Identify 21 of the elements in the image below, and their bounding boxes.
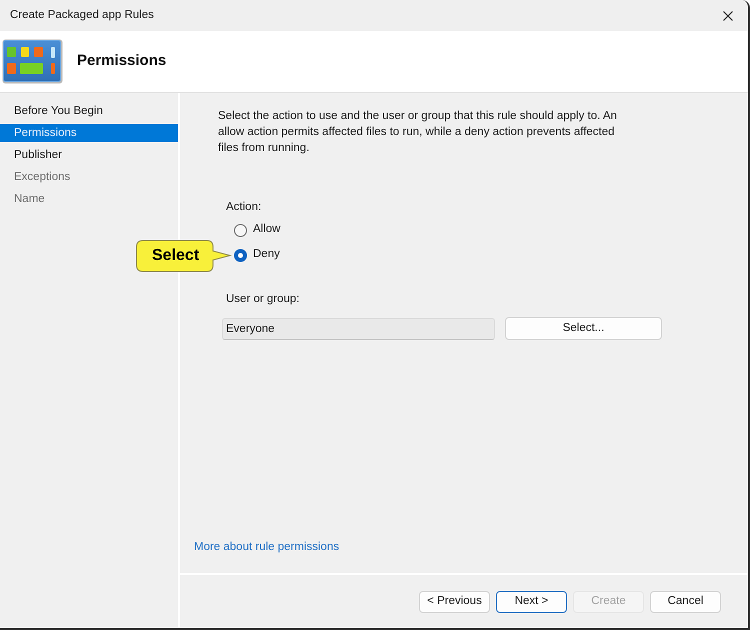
instructions-text: Select the action to use and the user or group that this rule should apply to. An allow action permits affected files to run, while a deny action prevents affected files from running. — [218, 109, 618, 156]
step-item[interactable]: Publisher — [0, 146, 178, 164]
help-link[interactable]: More about rule permissions — [194, 541, 340, 553]
step-item[interactable]: Permissions — [0, 124, 178, 142]
user-group-label: User or group: — [226, 292, 300, 307]
tiles-icon — [2, 39, 63, 84]
window-title: Create Packaged app Rules — [10, 8, 154, 23]
select-button[interactable]: Select... — [505, 317, 662, 340]
radio-label[interactable]: Allow — [253, 221, 280, 239]
radio-button[interactable] — [234, 248, 247, 262]
dialog-button[interactable]: Cancel — [650, 591, 721, 613]
radio-label[interactable]: Deny — [253, 246, 280, 264]
action-label: Action: — [226, 200, 262, 215]
callout-bubble: Select — [135, 239, 232, 273]
dialog-button[interactable]: < Previous — [419, 591, 490, 613]
user-group-field[interactable]: Everyone — [222, 318, 495, 340]
page-heading: Permissions — [77, 51, 166, 72]
dialog-button[interactable]: Next > — [496, 591, 567, 613]
close-icon — [723, 10, 733, 20]
radio-button[interactable] — [234, 224, 247, 236]
step-item[interactable]: Before You Begin — [0, 102, 178, 120]
